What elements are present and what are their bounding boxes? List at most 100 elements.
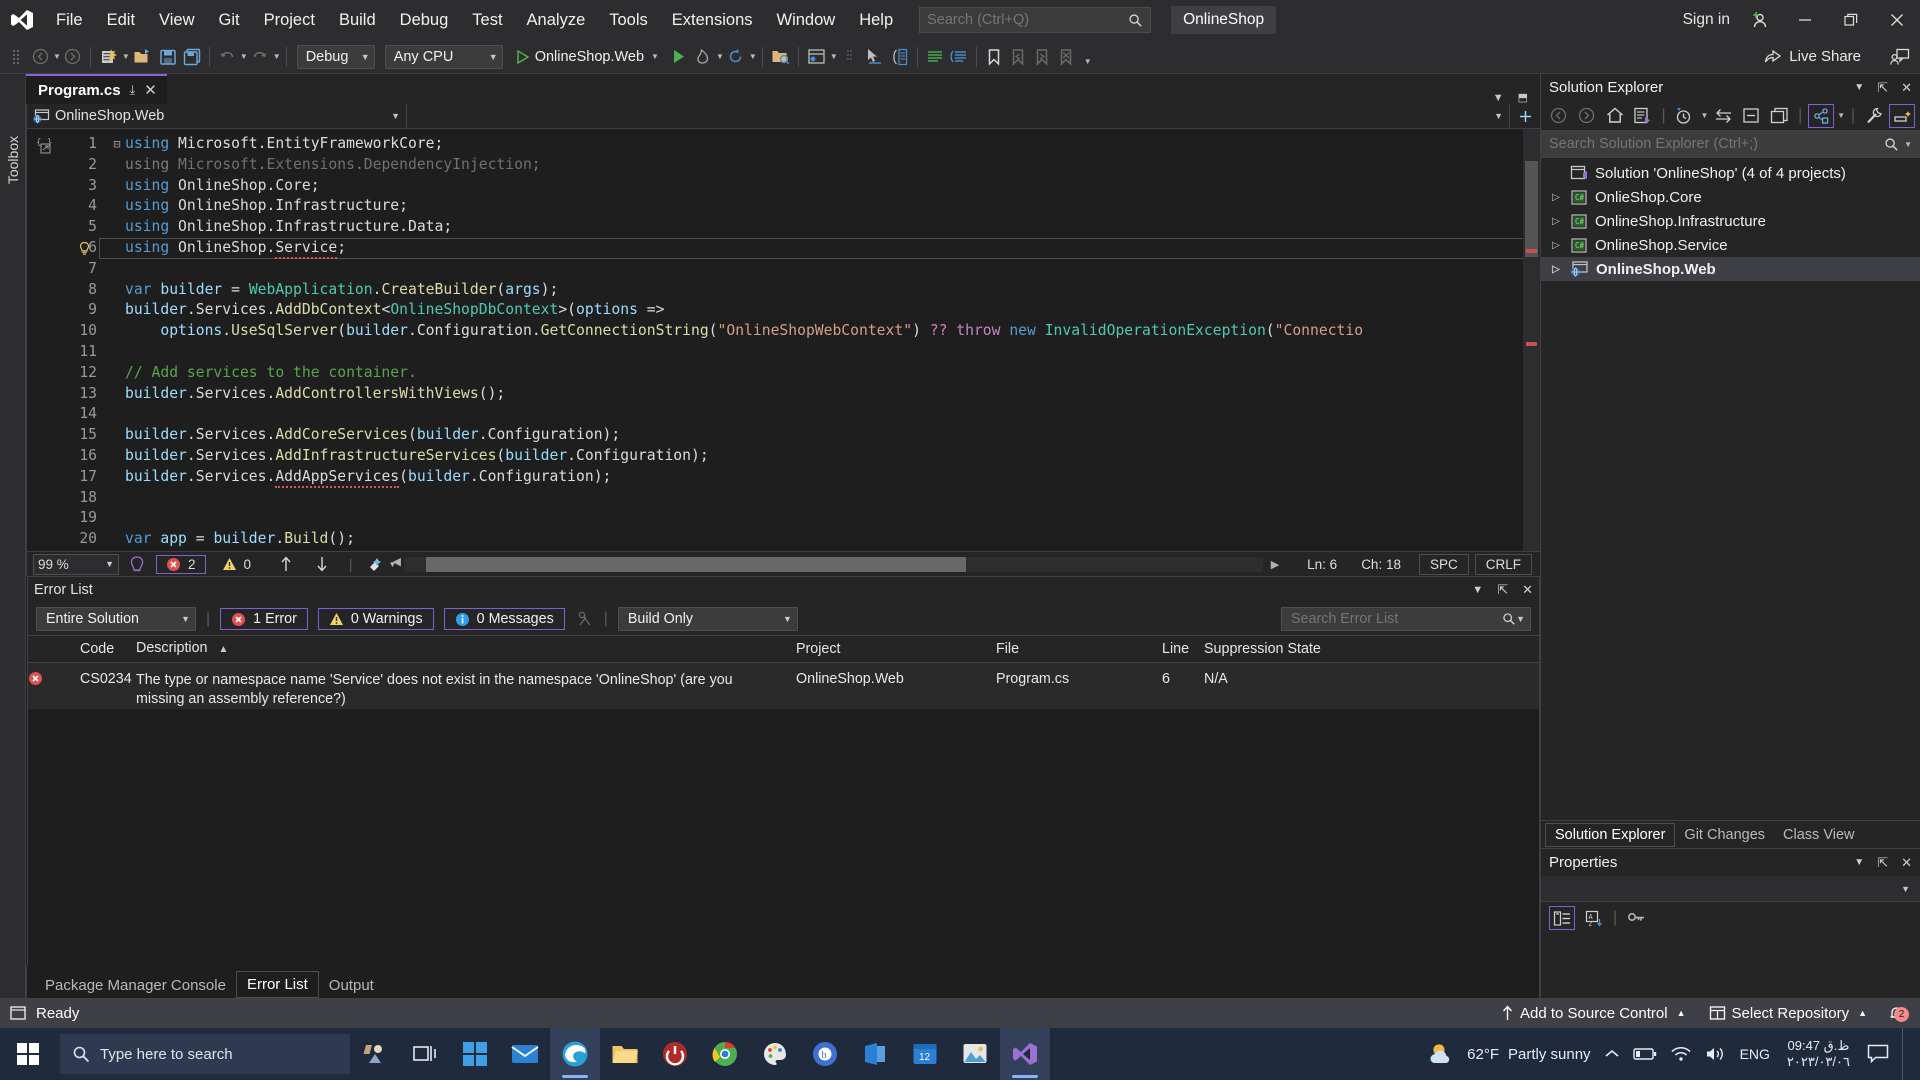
menu-tools[interactable]: Tools — [597, 0, 660, 40]
add-split-icon[interactable] — [1519, 110, 1532, 123]
taskbar-photos-icon[interactable] — [950, 1028, 1000, 1080]
expander-icon[interactable]: ▷ — [1549, 264, 1563, 275]
error-scope-combo[interactable]: Entire Solution ▼ — [36, 607, 196, 631]
solution-explorer-pin-icon[interactable]: ⇱ — [1877, 80, 1888, 96]
error-list-search-box[interactable]: ▼ — [1281, 607, 1531, 631]
toolbar-overflow-grip[interactable] — [4, 44, 28, 70]
code-line[interactable]: 14 — [63, 404, 1540, 425]
run-target-caret-icon[interactable]: ▼ — [651, 52, 659, 61]
action-center-icon[interactable] — [1867, 1044, 1889, 1064]
open-file-icon[interactable] — [130, 44, 156, 70]
menu-file[interactable]: File — [44, 0, 95, 40]
taskbar-chrome-beta-icon[interactable]: b — [800, 1028, 850, 1080]
error-marker-tick-2[interactable] — [1526, 342, 1537, 346]
taskbar-chrome-icon[interactable] — [700, 1028, 750, 1080]
menu-git[interactable]: Git — [207, 0, 252, 40]
taskbar-edge-icon[interactable] — [550, 1028, 600, 1080]
taskbar-microsoft-store-icon[interactable] — [450, 1028, 500, 1080]
menu-project[interactable]: Project — [252, 0, 327, 40]
save-icon[interactable] — [156, 44, 180, 70]
new-window-caret-icon[interactable]: ▼ — [830, 52, 838, 61]
navbar-member-selector[interactable] — [1510, 104, 1540, 129]
property-pages-key-icon[interactable] — [1623, 906, 1649, 930]
navbar-project-selector[interactable]: OnlineShop.Web ▼ — [27, 103, 407, 129]
taskbar-task-view-icon[interactable] — [400, 1028, 450, 1080]
wifi-icon[interactable] — [1670, 1046, 1692, 1062]
add-to-source-control-button[interactable]: Add to Source Control ▲ — [1493, 1005, 1694, 1022]
quick-actions-lightbulb-icon[interactable] — [77, 241, 92, 256]
code-cleanup-icon[interactable] — [367, 556, 385, 572]
editor-hscroll-thumb[interactable] — [426, 556, 967, 572]
split-view-icon[interactable]: ⬒ — [1518, 91, 1528, 104]
search-icon[interactable] — [1502, 612, 1516, 626]
code-line[interactable]: 9 builder.Services.AddDbContext<OnlineSho… — [63, 300, 1540, 321]
editor-indent-mode[interactable]: SPC — [1418, 553, 1469, 575]
tray-overflow-icon[interactable] — [1604, 1048, 1620, 1060]
editor-line-endings[interactable]: CRLF — [1474, 553, 1532, 575]
start-debug-button[interactable]: OnlineShop.Web ▼ — [508, 44, 667, 70]
dependencies-caret-icon[interactable]: ▼ — [1837, 111, 1845, 120]
taskbar-power-app-icon[interactable] — [650, 1028, 700, 1080]
filter-warnings-button[interactable]: 0 Warnings — [317, 608, 434, 630]
language-indicator[interactable]: ENG — [1740, 1046, 1770, 1062]
tab-output[interactable]: Output — [319, 973, 384, 998]
show-desktop-button[interactable] — [1902, 1028, 1912, 1080]
properties-object-selector[interactable]: ▼ — [1541, 876, 1920, 902]
hot-reload-icon[interactable] — [691, 44, 715, 70]
menu-window[interactable]: Window — [765, 0, 848, 40]
column-description[interactable]: Description ▲ — [136, 639, 796, 659]
taskbar-file-explorer-icon[interactable] — [600, 1028, 650, 1080]
error-list-close-icon[interactable]: ✕ — [1522, 582, 1533, 598]
minimize-button[interactable] — [1782, 0, 1828, 40]
pending-changes-filter-icon[interactable] — [1672, 104, 1698, 128]
menu-analyze[interactable]: Analyze — [515, 0, 598, 40]
editor-warning-count[interactable]: 0 — [216, 556, 258, 573]
code-line[interactable]: 4 using OnlineShop.Infrastructure; — [63, 196, 1540, 217]
code-line[interactable]: 18 — [63, 488, 1540, 509]
code-line[interactable]: 17 builder.Services.AddAppServices(builde… — [63, 467, 1540, 488]
undo-icon[interactable] — [215, 44, 239, 70]
show-all-files-icon[interactable] — [768, 44, 793, 70]
column-line[interactable]: Line — [1162, 641, 1204, 657]
save-all-icon[interactable] — [180, 44, 204, 70]
sign-in-label[interactable]: Sign in — [1677, 11, 1736, 29]
error-filter-icon[interactable] — [577, 611, 594, 628]
forward-icon[interactable] — [1574, 104, 1600, 128]
editor-error-count[interactable]: 2 — [156, 554, 206, 574]
filter-caret-icon[interactable]: ▼ — [1701, 111, 1709, 120]
column-code[interactable]: Code — [80, 641, 136, 657]
global-search-box[interactable] — [919, 7, 1152, 33]
code-line[interactable]: 6 using OnlineShop.Service; — [63, 237, 1540, 259]
search-options-caret-icon[interactable]: ▼ — [1516, 614, 1525, 624]
scroll-right-icon[interactable]: ▶ — [1271, 558, 1295, 571]
code-line[interactable]: 1 ⊟ using Microsoft.EntityFrameworkCore; — [63, 134, 1540, 155]
restore-button[interactable] — [1828, 0, 1874, 40]
expander-icon[interactable]: ▷ — [1549, 216, 1563, 227]
intellicode-icon[interactable] — [128, 555, 146, 573]
code-line[interactable]: 12 // Add services to the container. — [63, 363, 1540, 384]
expander-icon[interactable]: ▷ — [1549, 192, 1563, 203]
search-icon[interactable] — [1884, 137, 1899, 152]
code-line[interactable]: 3 using OnlineShop.Core; — [63, 176, 1540, 197]
close-button[interactable] — [1874, 0, 1920, 40]
taskbar-weather-widget[interactable]: 62°F Partly sunny — [1428, 1041, 1591, 1067]
alphabetical-view-icon[interactable]: AZ — [1581, 906, 1607, 930]
notifications-button[interactable]: 2 — [1882, 1004, 1910, 1023]
tab-error-list[interactable]: Error List — [235, 971, 319, 998]
redo-icon[interactable] — [248, 44, 272, 70]
toolbar-options-caret-icon[interactable]: ▼ — [1084, 57, 1092, 66]
taskbar-office-icon[interactable] — [850, 1028, 900, 1080]
comment-lines-icon[interactable] — [923, 44, 947, 70]
error-marker-tick[interactable] — [1526, 249, 1537, 253]
previous-bookmark-icon[interactable] — [1006, 44, 1030, 70]
taskbar-calendar-icon[interactable]: 12 — [900, 1028, 950, 1080]
close-tab-icon[interactable]: ✕ — [144, 81, 157, 99]
editor-vertical-scrollbar[interactable] — [1523, 129, 1540, 551]
navigate-forward-icon[interactable] — [61, 44, 85, 70]
live-share-button[interactable]: Live Share — [1764, 48, 1920, 66]
show-dependencies-icon[interactable] — [1808, 103, 1835, 128]
filter-messages-button[interactable]: 0 Messages — [443, 608, 565, 630]
code-text-area[interactable]: { } 1 ⊟ using Microsoft.EntityFrameworkCor… — [27, 129, 1540, 551]
tab-list-caret-icon[interactable]: ▼ — [1493, 92, 1504, 104]
error-list-row[interactable]: CS0234 The type or namespace name 'Servi… — [28, 663, 1539, 709]
